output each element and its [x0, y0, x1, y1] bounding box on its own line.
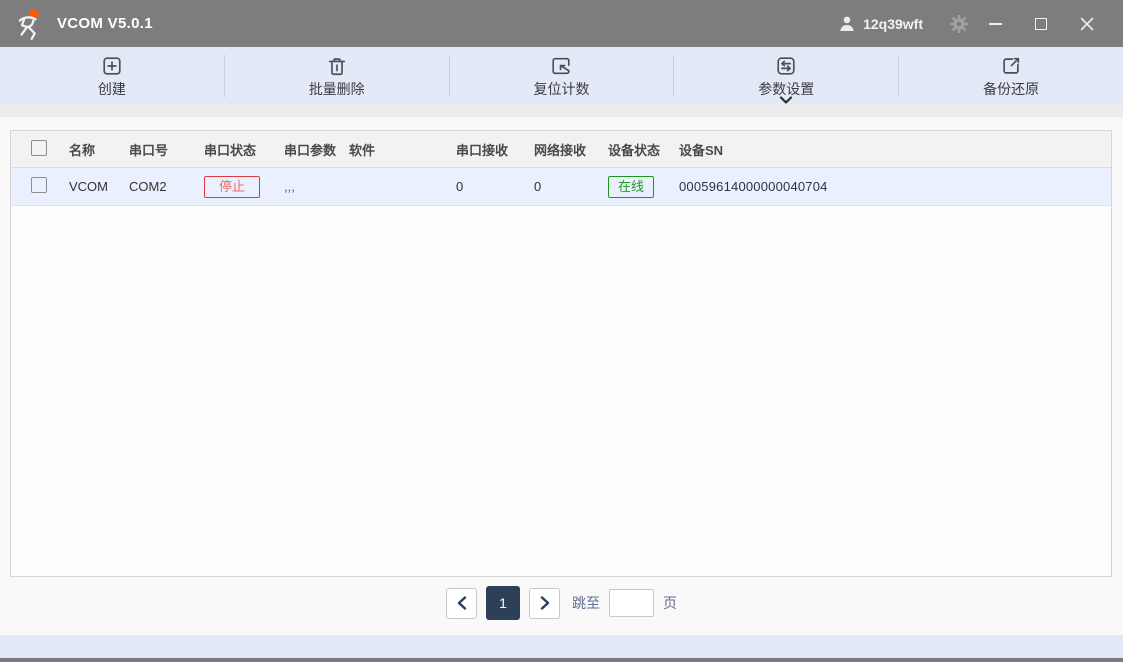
chevron-left-icon: [456, 596, 468, 610]
next-page-button[interactable]: [529, 588, 560, 619]
reset-count-label: 复位计数: [533, 80, 589, 98]
vcom-app-window: VCOM V5.0.1 12q39wft: [0, 0, 1123, 662]
minimize-button[interactable]: [975, 9, 1015, 39]
param-settings-button[interactable]: 参数设置: [674, 47, 898, 104]
row-checkbox[interactable]: [31, 177, 47, 193]
main-content: 名称 串口号 串口状态 串口参数 软件 串口接收 网络接收 设备状态 设备SN …: [0, 117, 1123, 635]
row-net-rx: 0: [534, 179, 608, 194]
prev-page-button[interactable]: [446, 588, 477, 619]
create-button[interactable]: 创建: [0, 47, 224, 104]
person-icon: [838, 15, 856, 32]
header-device-sn: 设备SN: [679, 140, 1111, 159]
device-status-badge: 在线: [608, 176, 654, 198]
row-serial-status-cell: 停止: [204, 176, 284, 198]
backup-restore-label: 备份还原: [983, 80, 1039, 98]
sliders-icon: [775, 54, 797, 78]
row-serial-params: ,,,: [284, 179, 349, 194]
batch-delete-label: 批量删除: [309, 80, 365, 98]
username: 12q39wft: [863, 16, 923, 32]
toolbar-shadow-strip: [0, 104, 1123, 117]
title-bar: VCOM V5.0.1 12q39wft: [0, 0, 1123, 47]
chevron-right-icon: [539, 596, 551, 610]
jump-page-input[interactable]: [609, 589, 654, 617]
table-row[interactable]: VCOM COM2 停止 ,,, 0 0 在线 0005961400000004…: [11, 168, 1111, 206]
row-name: VCOM: [69, 179, 129, 194]
select-all-checkbox[interactable]: [31, 140, 47, 156]
chevron-down-icon: [779, 96, 793, 104]
row-serial-port: COM2: [129, 179, 204, 194]
batch-delete-button[interactable]: 批量删除: [225, 47, 449, 104]
row-serial-rx: 0: [456, 179, 534, 194]
header-net-rx: 网络接收: [534, 140, 608, 159]
titlebar-controls: 12q39wft: [838, 9, 1107, 39]
row-checkbox-cell: [31, 177, 69, 196]
add-square-icon: [101, 54, 123, 78]
header-name: 名称: [69, 140, 129, 159]
header-serial-status: 串口状态: [204, 140, 284, 159]
header-serial-rx: 串口接收: [456, 140, 534, 159]
reset-count-icon: [550, 54, 572, 78]
header-device-status: 设备状态: [608, 140, 679, 159]
close-icon: [1080, 17, 1094, 31]
serial-status-badge: 停止: [204, 176, 260, 198]
usr-runner-logo-icon: [12, 6, 48, 42]
reset-count-button[interactable]: 复位计数: [450, 47, 674, 104]
export-icon: [1000, 54, 1022, 78]
toolbar: 创建 批量删除 复位计数: [0, 47, 1123, 104]
param-settings-label: 参数设置: [758, 80, 814, 98]
gear-icon[interactable]: [949, 14, 969, 34]
backup-restore-button[interactable]: 备份还原: [899, 47, 1123, 104]
header-serial-params: 串口参数: [284, 140, 349, 159]
page-unit-label: 页: [663, 593, 677, 613]
jump-to-label: 跳至: [572, 593, 600, 613]
header-serial-port: 串口号: [129, 140, 204, 159]
row-device-sn: 00059614000000040704: [679, 179, 1111, 194]
app-title: VCOM V5.0.1: [57, 15, 153, 32]
device-table: 名称 串口号 串口状态 串口参数 软件 串口接收 网络接收 设备状态 设备SN …: [10, 130, 1112, 577]
trash-icon: [326, 54, 348, 78]
create-label: 创建: [98, 80, 126, 98]
user-account[interactable]: 12q39wft: [838, 15, 923, 32]
row-device-status-cell: 在线: [608, 176, 679, 198]
header-software: 软件: [349, 140, 456, 159]
maximize-button[interactable]: [1021, 9, 1061, 39]
minimize-icon: [989, 23, 1002, 25]
window-bottom-edge: [0, 658, 1123, 662]
table-header-row: 名称 串口号 串口状态 串口参数 软件 串口接收 网络接收 设备状态 设备SN: [11, 131, 1111, 168]
footer-strip: [0, 635, 1123, 658]
header-checkbox-cell: [31, 140, 69, 159]
pagination: 1 跳至 页: [0, 586, 1123, 620]
close-button[interactable]: [1067, 9, 1107, 39]
current-page-button[interactable]: 1: [486, 586, 520, 620]
maximize-icon: [1035, 18, 1047, 30]
